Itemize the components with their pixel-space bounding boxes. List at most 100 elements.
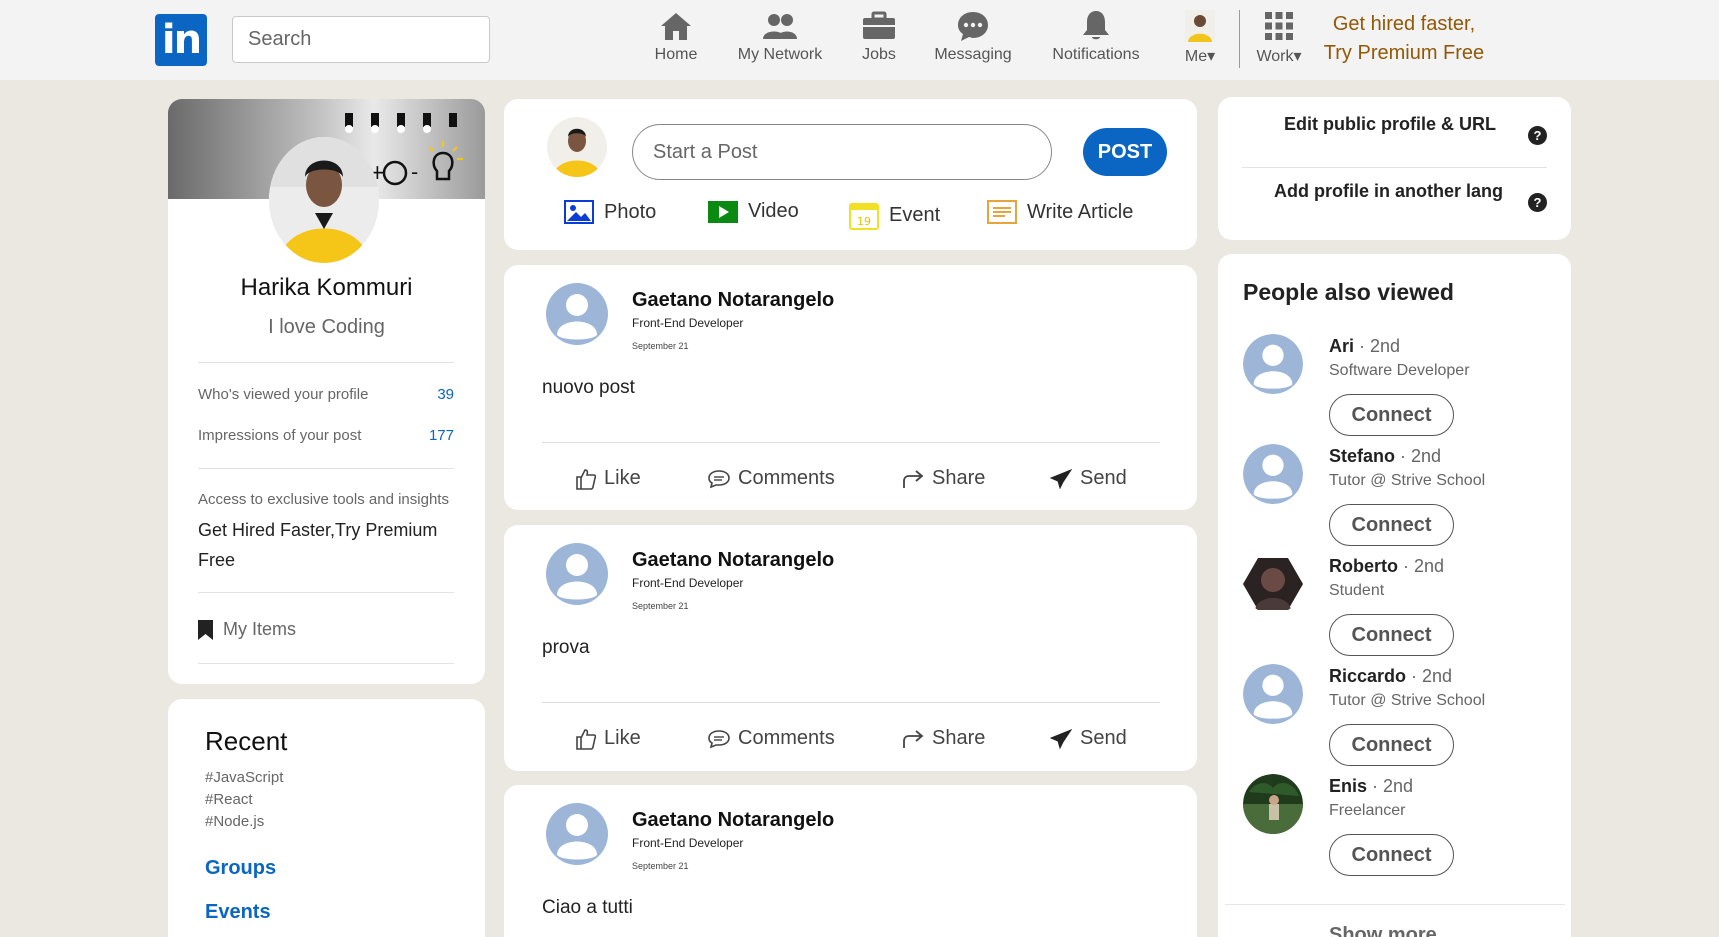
share-button[interactable]: Share (902, 467, 985, 490)
messaging-icon (958, 12, 988, 41)
recent-tag[interactable]: #JavaScript (205, 769, 283, 786)
comments-button[interactable]: Comments (708, 467, 835, 490)
avatar[interactable] (546, 543, 608, 605)
stat-value: 39 (437, 386, 454, 403)
nav-work[interactable]: Work▾ (1251, 8, 1307, 72)
comments-button[interactable]: Comments (708, 727, 835, 750)
comments-label: Comments (738, 727, 835, 749)
photo-button[interactable]: Photo (564, 200, 656, 224)
nav-notifications[interactable]: Notifications (1049, 8, 1143, 72)
video-button[interactable]: Video (708, 200, 799, 223)
post-author[interactable]: Gaetano Notarangelo (632, 809, 834, 832)
stat-label: Who's viewed your profile (198, 386, 369, 403)
post-card: Gaetano Notarangelo Front-End Developer … (504, 525, 1197, 771)
avatar[interactable] (1243, 774, 1303, 834)
nav-home[interactable]: Home (645, 8, 707, 72)
stat-value: 177 (428, 427, 454, 444)
divider (198, 362, 454, 363)
comment-icon (708, 469, 730, 488)
premium-line-1: Get hired faster, (1332, 13, 1476, 35)
profile-viewers-stat[interactable]: Who's viewed your profile 39 (198, 386, 454, 403)
like-button[interactable]: Like (576, 727, 641, 750)
top-navbar: in Home My Network Jobs Messaging Notifi… (0, 0, 1719, 80)
post-composer: POST Photo Video 19 Event Write Article (504, 99, 1197, 250)
svg-text:19: 19 (857, 215, 871, 228)
divider (1225, 904, 1565, 905)
connection-degree: 2nd (1422, 666, 1453, 686)
divider (198, 663, 454, 664)
person-name-row[interactable]: Riccardo · 2nd (1329, 666, 1452, 687)
nav-jobs[interactable]: Jobs (855, 8, 903, 72)
share-button[interactable]: Share (902, 727, 985, 750)
person-name-row[interactable]: Roberto · 2nd (1329, 556, 1444, 577)
bookmark-icon (198, 619, 213, 640)
profile-photo[interactable] (269, 137, 379, 263)
nav-me[interactable]: Me▾ (1177, 8, 1223, 72)
nav-messaging[interactable]: Messaging (930, 8, 1016, 72)
profile-settings-card: Edit public profile & URL ? Add profile … (1218, 97, 1571, 240)
connect-button[interactable]: Connect (1329, 394, 1454, 436)
avatar[interactable] (1243, 334, 1303, 394)
divider (542, 702, 1160, 703)
groups-link[interactable]: Groups (205, 857, 276, 880)
avatar[interactable] (1243, 554, 1303, 614)
my-items-label: My Items (223, 619, 297, 639)
send-button[interactable]: Send (1050, 727, 1127, 750)
nav-my-network[interactable]: My Network (730, 8, 830, 72)
recent-tag[interactable]: #Node.js (205, 813, 264, 830)
avatar[interactable] (1243, 664, 1303, 724)
post-card: Gaetano Notarangelo Front-End Developer … (504, 785, 1197, 937)
like-button[interactable]: Like (576, 467, 641, 490)
help-icon[interactable]: ? (1528, 193, 1547, 212)
avatar[interactable] (547, 117, 607, 177)
recent-card: Recent #JavaScript #React #Node.js Group… (168, 699, 485, 937)
nav-messaging-label: Messaging (934, 46, 1012, 63)
events-link[interactable]: Events (205, 901, 271, 924)
post-card: Gaetano Notarangelo Front-End Developer … (504, 265, 1197, 510)
premium-promo-link[interactable]: Get Hired Faster,Try Premium Free (198, 515, 448, 575)
connect-button[interactable]: Connect (1329, 834, 1454, 876)
linkedin-logo[interactable]: in (155, 14, 207, 66)
video-icon (708, 200, 738, 223)
video-label: Video (748, 200, 799, 222)
connect-button[interactable]: Connect (1329, 614, 1454, 656)
write-article-button[interactable]: Write Article (987, 200, 1133, 224)
person-name-row[interactable]: Ari · 2nd (1329, 336, 1400, 357)
my-items-link[interactable]: My Items (198, 619, 296, 640)
post-text: Ciao a tutti (542, 897, 633, 918)
post-date: September 21 (632, 341, 689, 351)
avatar[interactable] (546, 283, 608, 345)
search-input[interactable] (232, 16, 490, 63)
help-icon[interactable]: ? (1528, 126, 1547, 145)
connection-degree: 2nd (1411, 446, 1442, 466)
show-more-button[interactable]: Show more (1329, 924, 1437, 937)
try-premium-link[interactable]: Get hired faster, Try Premium Free (1320, 10, 1488, 68)
briefcase-icon (863, 11, 895, 39)
profile-name[interactable]: Harika Kommuri (168, 274, 485, 302)
avatar (1185, 10, 1215, 42)
person-name: Ari (1329, 336, 1355, 356)
person-name-row[interactable]: Stefano · 2nd (1329, 446, 1441, 467)
send-label: Send (1080, 727, 1127, 749)
nav-work-label: Work (1256, 48, 1294, 65)
avatar[interactable] (1243, 444, 1303, 504)
post-author[interactable]: Gaetano Notarangelo (632, 549, 834, 572)
post-button[interactable]: POST (1083, 128, 1167, 176)
post-author[interactable]: Gaetano Notarangelo (632, 289, 834, 312)
send-icon (1050, 728, 1072, 749)
person-name-row[interactable]: Enis · 2nd (1329, 776, 1413, 797)
connect-button[interactable]: Connect (1329, 504, 1454, 546)
write-article-label: Write Article (1027, 200, 1134, 223)
recent-tag[interactable]: #React (205, 791, 253, 808)
post-impressions-stat[interactable]: Impressions of your post 177 (198, 427, 454, 444)
nav-notifications-label: Notifications (1052, 46, 1140, 63)
avatar[interactable] (546, 803, 608, 865)
post-date: September 21 (632, 861, 689, 871)
event-label: Event (889, 203, 941, 226)
share-label: Share (932, 727, 986, 749)
send-button[interactable]: Send (1050, 467, 1127, 490)
start-post-input[interactable] (632, 124, 1052, 180)
connect-button[interactable]: Connect (1329, 724, 1454, 766)
people-also-viewed-title: People also viewed (1243, 279, 1454, 305)
event-button[interactable]: 19 Event (849, 200, 940, 230)
